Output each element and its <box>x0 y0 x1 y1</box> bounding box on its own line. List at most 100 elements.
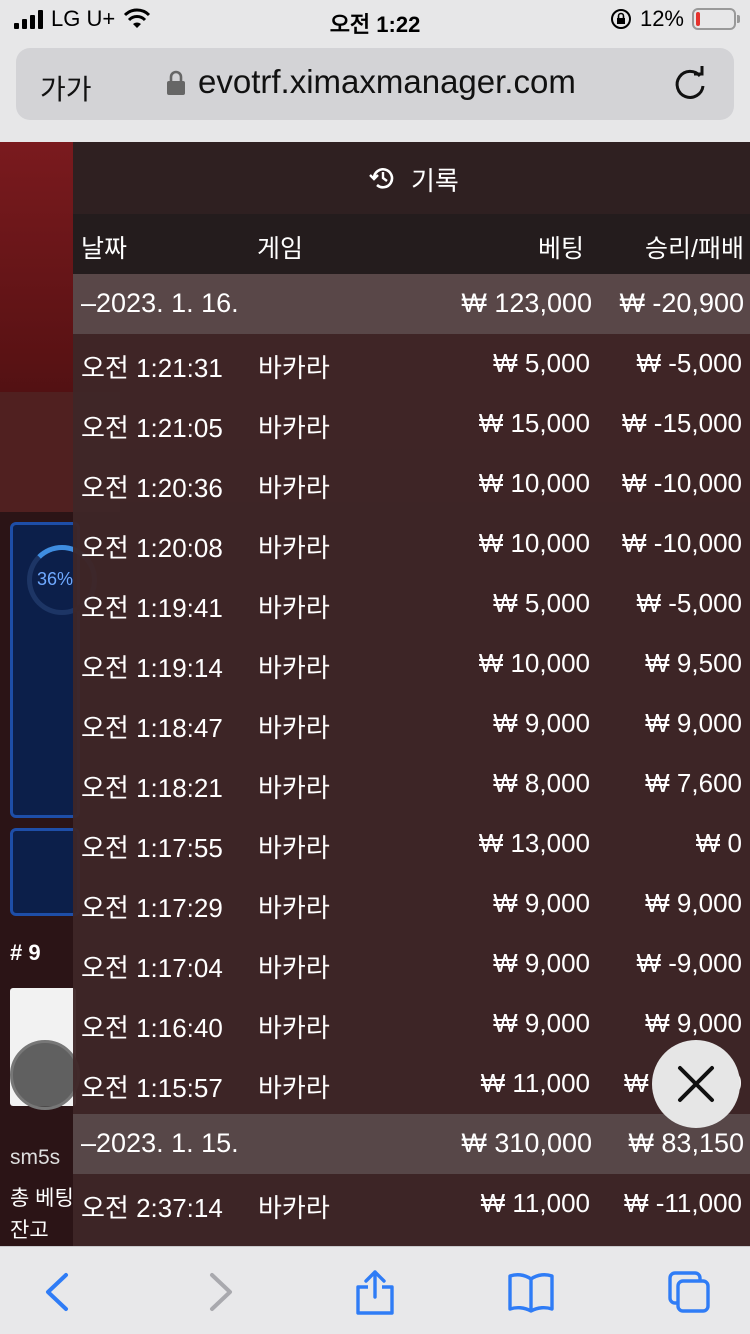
history-row[interactable]: 오전 2:37:14 바카라 ₩ 11,000 ₩ -11,000 <box>73 1174 750 1234</box>
row-game: 바카라 <box>258 773 330 803</box>
username: sm5s <box>10 1146 61 1169</box>
group-bet-total: ₩ 123,000 <box>461 288 592 318</box>
close-button[interactable] <box>652 1040 740 1128</box>
history-row[interactable]: 오전 1:21:05 바카라 ₩ 15,000 ₩ -15,000 <box>73 394 750 454</box>
header-date: 날짜 <box>81 235 128 263</box>
row-game: 바카라 <box>258 593 330 623</box>
row-bet: ₩ 8,000 <box>493 768 590 798</box>
row-result: ₩ -5,000 <box>636 348 743 378</box>
row-result: ₩ 0 <box>695 828 742 858</box>
group-result-total: ₩ -20,900 <box>619 288 744 318</box>
row-bet: ₩ 15,000 <box>478 408 590 438</box>
row-result: ₩ 9,500 <box>645 648 742 678</box>
row-time: 오전 1:20:08 <box>81 533 223 563</box>
row-result: ₩ -10,000 <box>622 528 742 558</box>
group-date: –2023. 1. 15. <box>81 1128 239 1158</box>
history-row[interactable]: 오전 1:20:36 바카라 ₩ 10,000 ₩ -10,000 <box>73 454 750 514</box>
row-time: 오전 1:19:14 <box>81 653 223 683</box>
back-icon[interactable] <box>36 1269 82 1315</box>
address-bar[interactable]: 가가 evotrf.ximaxmanager.com <box>16 48 734 120</box>
status-right: 12% <box>610 6 740 32</box>
history-row[interactable]: 오전 1:17:29 바카라 ₩ 9,000 ₩ 9,000 <box>73 874 750 934</box>
row-game: 바카라 <box>258 1193 330 1223</box>
history-row[interactable]: 오전 1:19:14 바카라 ₩ 10,000 ₩ 9,500 <box>73 634 750 694</box>
row-time: 오전 2:37:14 <box>81 1193 223 1223</box>
url-text[interactable]: evotrf.ximaxmanager.com <box>198 63 576 101</box>
row-time: 오전 1:15:57 <box>81 1073 223 1103</box>
history-row[interactable]: 오전 1:16:40 바카라 ₩ 9,000 ₩ 9,000 <box>73 994 750 1054</box>
table-number: # 9 <box>10 940 41 965</box>
row-game: 바카라 <box>258 833 330 863</box>
tabs-icon[interactable] <box>666 1269 712 1315</box>
battery-icon <box>692 8 740 30</box>
reload-icon[interactable] <box>670 64 710 104</box>
row-bet: ₩ 13,000 <box>478 828 590 858</box>
chip-icon[interactable] <box>10 1040 80 1110</box>
row-time: 오전 1:17:29 <box>81 893 223 923</box>
history-row[interactable]: 오전 1:15:57 바카라 ₩ 11,000 ₩ -11,000 <box>73 1054 750 1114</box>
row-game: 바카라 <box>258 413 330 443</box>
row-time: 오전 1:17:04 <box>81 953 223 983</box>
column-headers: 날짜 게임 베팅 승리/패배 <box>73 214 750 274</box>
bookmarks-icon[interactable] <box>508 1269 554 1315</box>
battery-percent: 12% <box>639 6 684 31</box>
row-bet: ₩ 5,000 <box>493 588 590 618</box>
history-icon <box>369 168 394 189</box>
row-game: 바카라 <box>258 533 330 563</box>
row-time: 오전 1:17:55 <box>81 833 223 863</box>
history-row[interactable]: 오전 1:19:41 바카라 ₩ 5,000 ₩ -5,000 <box>73 574 750 634</box>
history-panel: 기록 날짜 게임 베팅 승리/패배 –2023. 1. 16. ₩ 123,00… <box>73 142 750 1246</box>
row-bet: ₩ 11,000 <box>480 1068 590 1098</box>
date-group-row[interactable]: –2023. 1. 16. ₩ 123,000 ₩ -20,900 <box>73 274 750 334</box>
row-game: 바카라 <box>258 953 330 983</box>
game-card-secondary[interactable] <box>10 828 80 916</box>
row-bet: ₩ 10,000 <box>478 528 590 558</box>
row-bet: ₩ 9,000 <box>493 888 590 918</box>
row-time: 오전 1:21:31 <box>81 353 223 383</box>
row-result: ₩ -11,000 <box>623 1188 742 1218</box>
battery-fill <box>696 12 700 26</box>
history-row[interactable]: 오전 1:18:21 바카라 ₩ 8,000 ₩ 7,600 <box>73 754 750 814</box>
row-result: ₩ 9,000 <box>645 888 742 918</box>
forward-icon[interactable] <box>196 1269 242 1315</box>
header-bet: 베팅 <box>537 235 584 263</box>
text-size-button[interactable]: 가가 <box>40 68 92 108</box>
row-result: ₩ -5,000 <box>636 588 743 618</box>
browser-top-bar: 가가 evotrf.ximaxmanager.com <box>0 42 750 142</box>
history-row[interactable]: 오전 1:20:08 바카라 ₩ 10,000 ₩ -10,000 <box>73 514 750 574</box>
row-bet: ₩ 10,000 <box>478 468 590 498</box>
header-game: 게임 <box>257 235 304 263</box>
history-row[interactable]: 오전 1:18:47 바카라 ₩ 9,000 ₩ 9,000 <box>73 694 750 754</box>
row-bet: ₩ 9,000 <box>493 708 590 738</box>
row-result: ₩ -10,000 <box>622 468 742 498</box>
row-bet: ₩ 5,000 <box>493 348 590 378</box>
row-bet: ₩ 9,000 <box>493 1008 590 1038</box>
history-row[interactable]: 오전 1:21:31 바카라 ₩ 5,000 ₩ -5,000 <box>73 334 750 394</box>
share-icon[interactable] <box>352 1269 398 1315</box>
group-result-total: ₩ 83,150 <box>628 1128 744 1158</box>
status-bar: LG U+ 오전 1:22 12% <box>0 0 750 42</box>
game-card[interactable]: 36% <box>10 522 97 818</box>
date-group-row[interactable]: –2023. 1. 15. ₩ 310,000 ₩ 83,150 <box>73 1114 750 1174</box>
row-game: 바카라 <box>258 1073 330 1103</box>
history-row[interactable]: 오전 1:17:55 바카라 ₩ 13,000 ₩ 0 <box>73 814 750 874</box>
row-time: 오전 1:19:41 <box>81 593 223 623</box>
history-row[interactable]: 오전 1:17:04 바카라 ₩ 9,000 ₩ -9,000 <box>73 934 750 994</box>
row-result: ₩ 9,000 <box>645 1008 742 1038</box>
group-date: –2023. 1. 16. <box>81 288 239 318</box>
row-game: 바카라 <box>258 473 330 503</box>
close-icon <box>678 1066 714 1102</box>
browser-toolbar <box>0 1246 750 1334</box>
row-time: 오전 1:20:36 <box>81 473 223 503</box>
progress-label: 36% <box>37 569 74 589</box>
row-game: 바카라 <box>258 1013 330 1043</box>
history-title: 기록 <box>411 166 459 196</box>
row-bet: ₩ 11,000 <box>480 1188 590 1218</box>
row-game: 바카라 <box>258 353 330 383</box>
row-game: 바카라 <box>258 893 330 923</box>
row-result: ₩ -9,000 <box>636 948 743 978</box>
header-result: 승리/패배 <box>645 235 744 263</box>
row-time: 오전 1:18:47 <box>81 713 223 743</box>
row-result: ₩ 7,600 <box>645 768 742 798</box>
balance-label: 잔고 <box>10 1219 49 1242</box>
